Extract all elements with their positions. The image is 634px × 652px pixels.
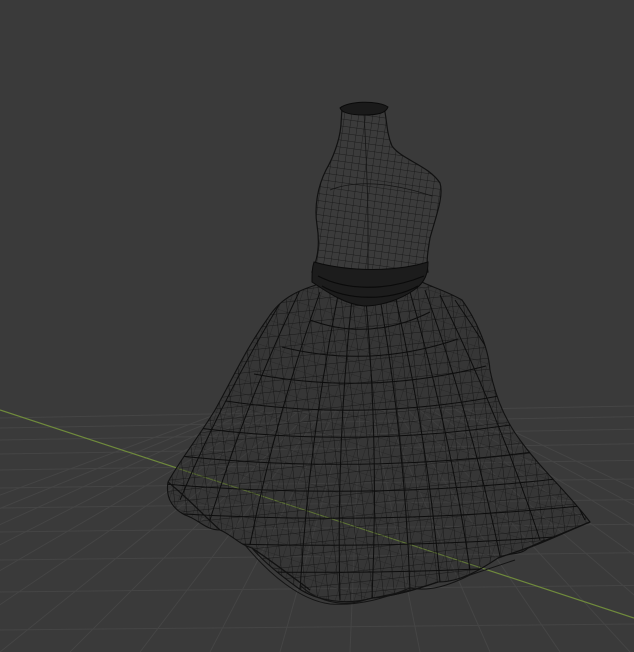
bodice — [311, 103, 442, 278]
3d-viewport[interactable] — [0, 0, 634, 652]
dress-mesh[interactable] — [58, 101, 634, 610]
skirt — [166, 279, 591, 605]
collar — [339, 101, 389, 116]
viewport-canvas[interactable] — [0, 0, 634, 652]
